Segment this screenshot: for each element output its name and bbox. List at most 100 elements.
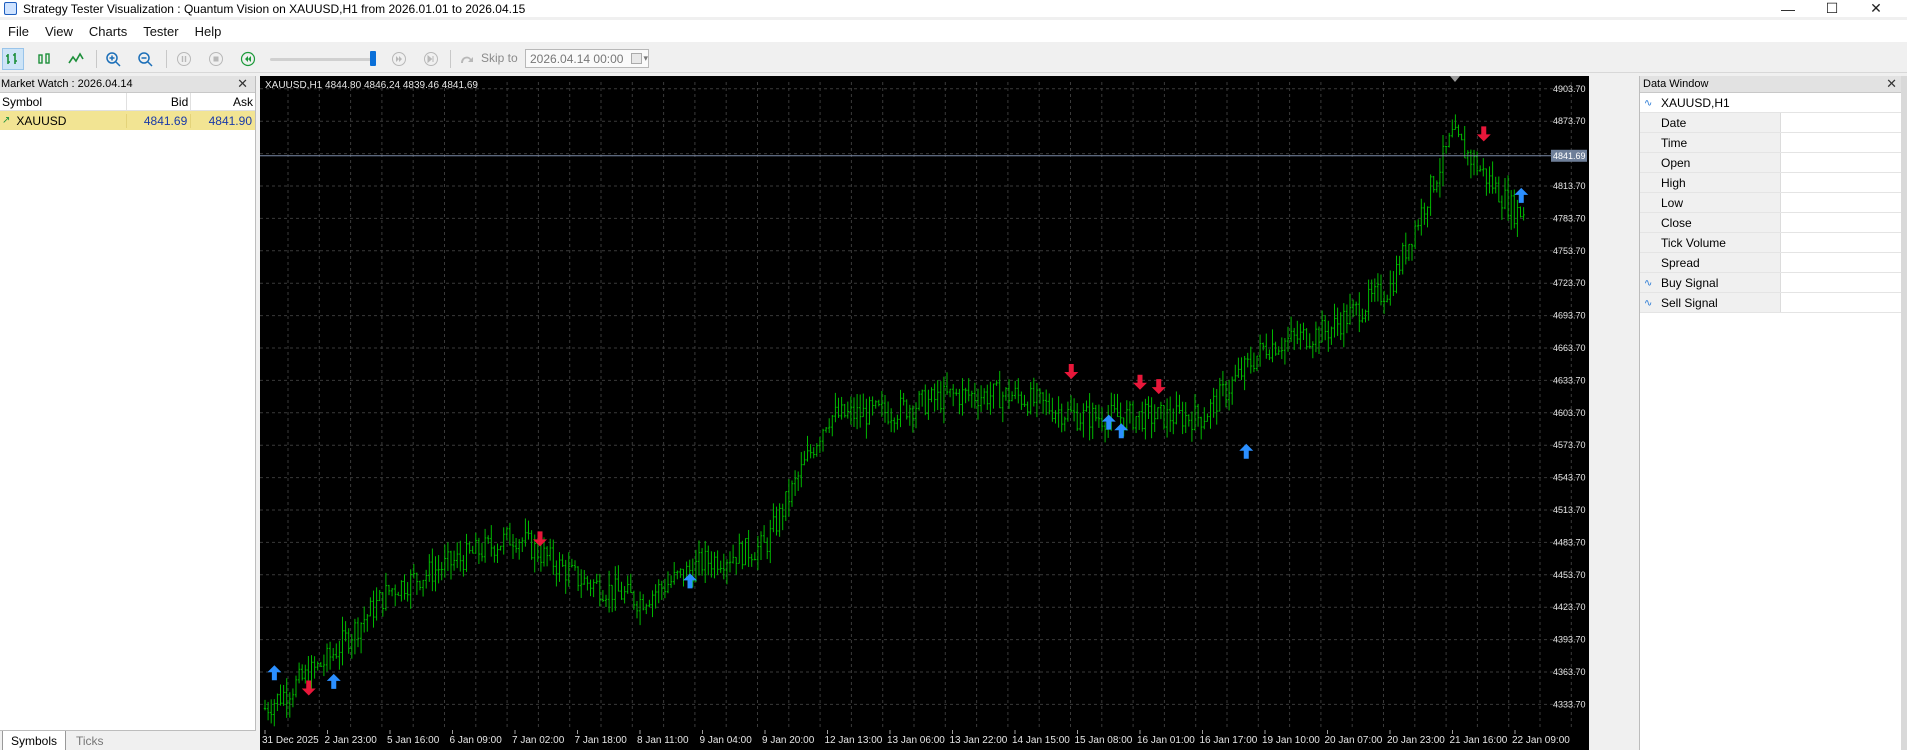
data-window-value xyxy=(1780,173,1907,192)
tab-symbols[interactable]: Symbols xyxy=(2,731,67,750)
price-bar xyxy=(837,397,840,419)
calendar-icon[interactable] xyxy=(631,53,642,64)
column-bid[interactable]: Bid xyxy=(125,93,191,110)
price-tick-label: 4393.70 xyxy=(1553,635,1586,645)
column-symbol[interactable]: Symbol xyxy=(0,93,126,110)
price-bar xyxy=(456,542,459,569)
data-window-header: Data Window xyxy=(1640,76,1907,93)
data-window-value xyxy=(1780,113,1907,132)
price-bar xyxy=(1407,243,1411,261)
market-watch-close-icon[interactable]: ✕ xyxy=(237,76,248,92)
price-bar xyxy=(1404,232,1407,265)
price-bar xyxy=(635,601,639,619)
bar-chart-icon xyxy=(6,53,17,64)
tab-ticks[interactable]: Ticks xyxy=(68,731,112,750)
price-bar xyxy=(955,388,958,396)
minimize-icon[interactable]: — xyxy=(1766,0,1810,17)
price-chart[interactable]: 4903.704873.704843.704813.704783.704753.… xyxy=(260,76,1589,750)
price-bar xyxy=(1023,394,1026,407)
price-bar xyxy=(700,548,704,576)
price-bar xyxy=(282,685,285,706)
data-window-close-icon[interactable]: ✕ xyxy=(1886,76,1897,92)
price-bar xyxy=(415,572,419,595)
price-bar xyxy=(437,555,440,584)
bar-chart-button[interactable] xyxy=(2,48,24,70)
stop-icon xyxy=(209,52,223,66)
time-tick-label: 13 Jan 22:00 xyxy=(950,735,1008,746)
price-bar xyxy=(1420,198,1423,236)
price-bar xyxy=(1308,333,1311,349)
price-bar xyxy=(924,384,927,416)
skip-to-button[interactable] xyxy=(456,48,478,70)
price-bar xyxy=(347,628,350,654)
price-bar xyxy=(1519,206,1522,218)
price-bar xyxy=(1293,327,1296,351)
price-bar xyxy=(828,418,831,434)
chevron-down-icon[interactable]: ▾ xyxy=(643,53,648,64)
current-price-label: 4841.69 xyxy=(1553,151,1586,161)
line-chart-button[interactable] xyxy=(65,48,87,70)
price-bar xyxy=(1342,303,1345,348)
menu-tester[interactable]: Tester xyxy=(135,24,186,39)
rewind-button[interactable] xyxy=(237,48,259,70)
price-bar xyxy=(1373,278,1376,302)
price-tick-label: 4903.70 xyxy=(1553,84,1586,94)
menu-charts[interactable]: Charts xyxy=(81,24,135,39)
price-bar xyxy=(1060,403,1063,433)
chart-svg[interactable]: 4903.704873.704843.704813.704783.704753.… xyxy=(260,76,1589,750)
data-window-value xyxy=(1780,193,1907,212)
price-tick-label: 4813.70 xyxy=(1553,181,1586,191)
step-forward-button[interactable] xyxy=(388,48,410,70)
skip-date-input[interactable]: 2026.04.14 00:00 ▾ xyxy=(525,49,649,68)
price-bar xyxy=(707,545,710,576)
price-bar xyxy=(514,538,518,553)
price-bar xyxy=(1348,293,1352,325)
price-bar xyxy=(570,558,574,568)
price-bar xyxy=(1503,177,1507,210)
pause-button[interactable] xyxy=(173,48,195,70)
menu-help[interactable]: Help xyxy=(187,24,230,39)
data-window-panel: Data Window ✕ ∿ XAUUSD,H1 Date Time Open Hig… xyxy=(1639,76,1907,750)
data-window-label: Date xyxy=(1661,116,1687,130)
price-tick-label: 4513.70 xyxy=(1553,505,1586,515)
time-tick-label: 20 Jan 23:00 xyxy=(1387,735,1445,746)
menu-view[interactable]: View xyxy=(37,24,81,39)
price-bar xyxy=(1134,416,1138,434)
table-row[interactable]: ↗ XAUUSD 4841.69 4841.90 xyxy=(0,111,255,130)
price-bar xyxy=(673,561,676,585)
speed-slider-thumb[interactable] xyxy=(370,51,376,66)
price-bar xyxy=(1345,304,1349,334)
title-bar: Strategy Tester Visualization : Quantum … xyxy=(0,0,1907,17)
chart-shift-marker[interactable] xyxy=(1450,76,1460,82)
candlestick-button[interactable] xyxy=(33,48,55,70)
price-bar xyxy=(468,541,471,554)
price-bar xyxy=(530,530,533,560)
price-bar xyxy=(508,522,512,546)
buy-signal-arrow xyxy=(267,665,282,681)
close-icon[interactable]: ✕ xyxy=(1854,0,1898,17)
price-bar xyxy=(790,480,794,507)
speed-slider-track[interactable] xyxy=(270,58,374,61)
price-bar xyxy=(555,560,558,587)
maximize-icon[interactable]: ☐ xyxy=(1810,0,1854,17)
price-bar xyxy=(1429,174,1432,216)
menu-file[interactable]: File xyxy=(0,24,37,39)
data-window-row: Tick Volume xyxy=(1640,233,1907,253)
data-window-label: Time xyxy=(1661,136,1688,150)
skip-end-button[interactable] xyxy=(420,48,442,70)
line-chart-icon: ∿ xyxy=(1644,98,1653,109)
price-bar xyxy=(1069,395,1073,413)
price-bar xyxy=(1206,413,1209,422)
price-bar xyxy=(425,569,428,589)
chart-header: XAUUSD,H1 4844.80 4846.24 4839.46 4841.6… xyxy=(265,80,478,91)
price-bar xyxy=(1209,399,1212,429)
zoom-in-button[interactable] xyxy=(102,48,124,70)
column-ask[interactable]: Ask xyxy=(190,93,255,110)
zoom-out-button[interactable] xyxy=(134,48,156,70)
price-bar xyxy=(846,401,849,419)
price-bar xyxy=(471,545,474,554)
price-bar xyxy=(1327,320,1330,352)
data-window-label: High xyxy=(1661,176,1686,190)
zoom-out-icon xyxy=(138,52,153,67)
stop-button[interactable] xyxy=(205,48,227,70)
